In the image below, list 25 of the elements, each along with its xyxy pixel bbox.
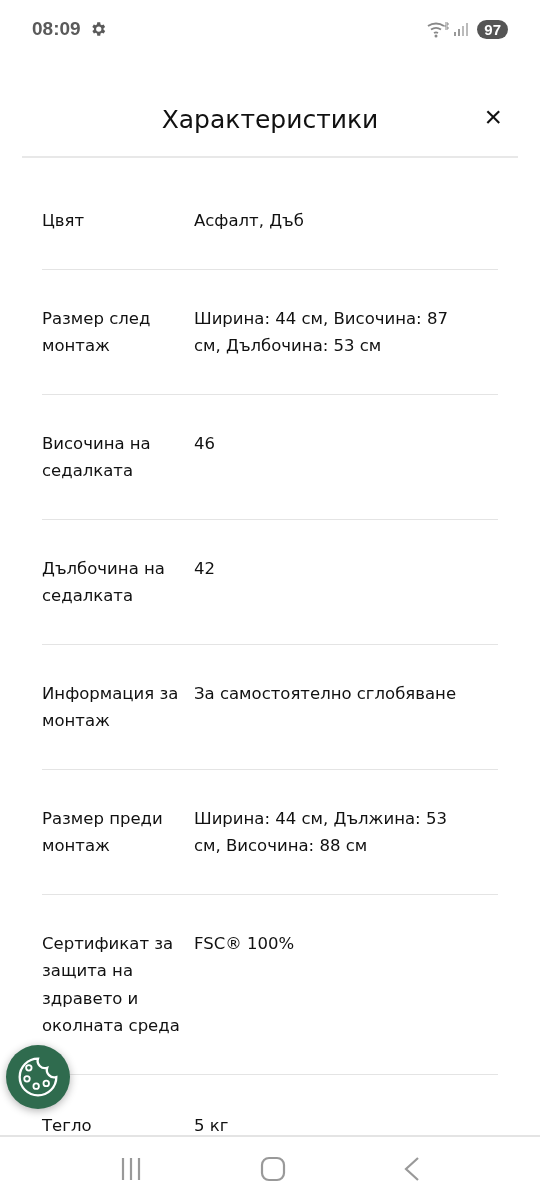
battery-level: 97 — [477, 19, 508, 39]
cookie-icon — [16, 1055, 60, 1099]
close-button[interactable]: × — [480, 102, 506, 132]
spec-label: Дълбочина на седалката — [42, 557, 166, 607]
signal-icon — [453, 21, 470, 37]
spec-value: 46 — [194, 432, 216, 455]
spec-label: Височина на седалката — [42, 432, 152, 482]
spec-label: Цвят — [42, 210, 86, 232]
spec-value: 42 — [194, 557, 216, 580]
spec-label: Размер преди монтаж — [42, 807, 164, 857]
spec-label: Сертификат за защита на здравето и околната среда — [42, 932, 181, 1037]
cookie-settings-button[interactable] — [6, 1045, 70, 1109]
spec-label: Размер след монтаж — [42, 307, 152, 357]
spec-value: За самостоятелно сглобяване — [194, 682, 458, 705]
spec-value: FSC® 100% — [194, 932, 296, 955]
spec-label: Информация за монтаж — [42, 682, 180, 732]
spec-value: Ширина: 44 см, Дължина: 53 см, Височина: 88 см — [194, 807, 448, 857]
status-time: 08:09 — [32, 18, 81, 40]
home-icon[interactable] — [260, 1155, 286, 1182]
spec-value: 5 кг — [194, 1114, 230, 1135]
wifi-icon — [427, 20, 450, 38]
spec-value: Ширина: 44 см, Височина: 87 см, Дълбочина: 53 см — [194, 307, 449, 357]
spec-label: Тегло — [42, 1114, 93, 1135]
spec-value: Асфалт, Дъб — [194, 210, 305, 232]
sheet-title: Характеристики — [161, 103, 379, 134]
